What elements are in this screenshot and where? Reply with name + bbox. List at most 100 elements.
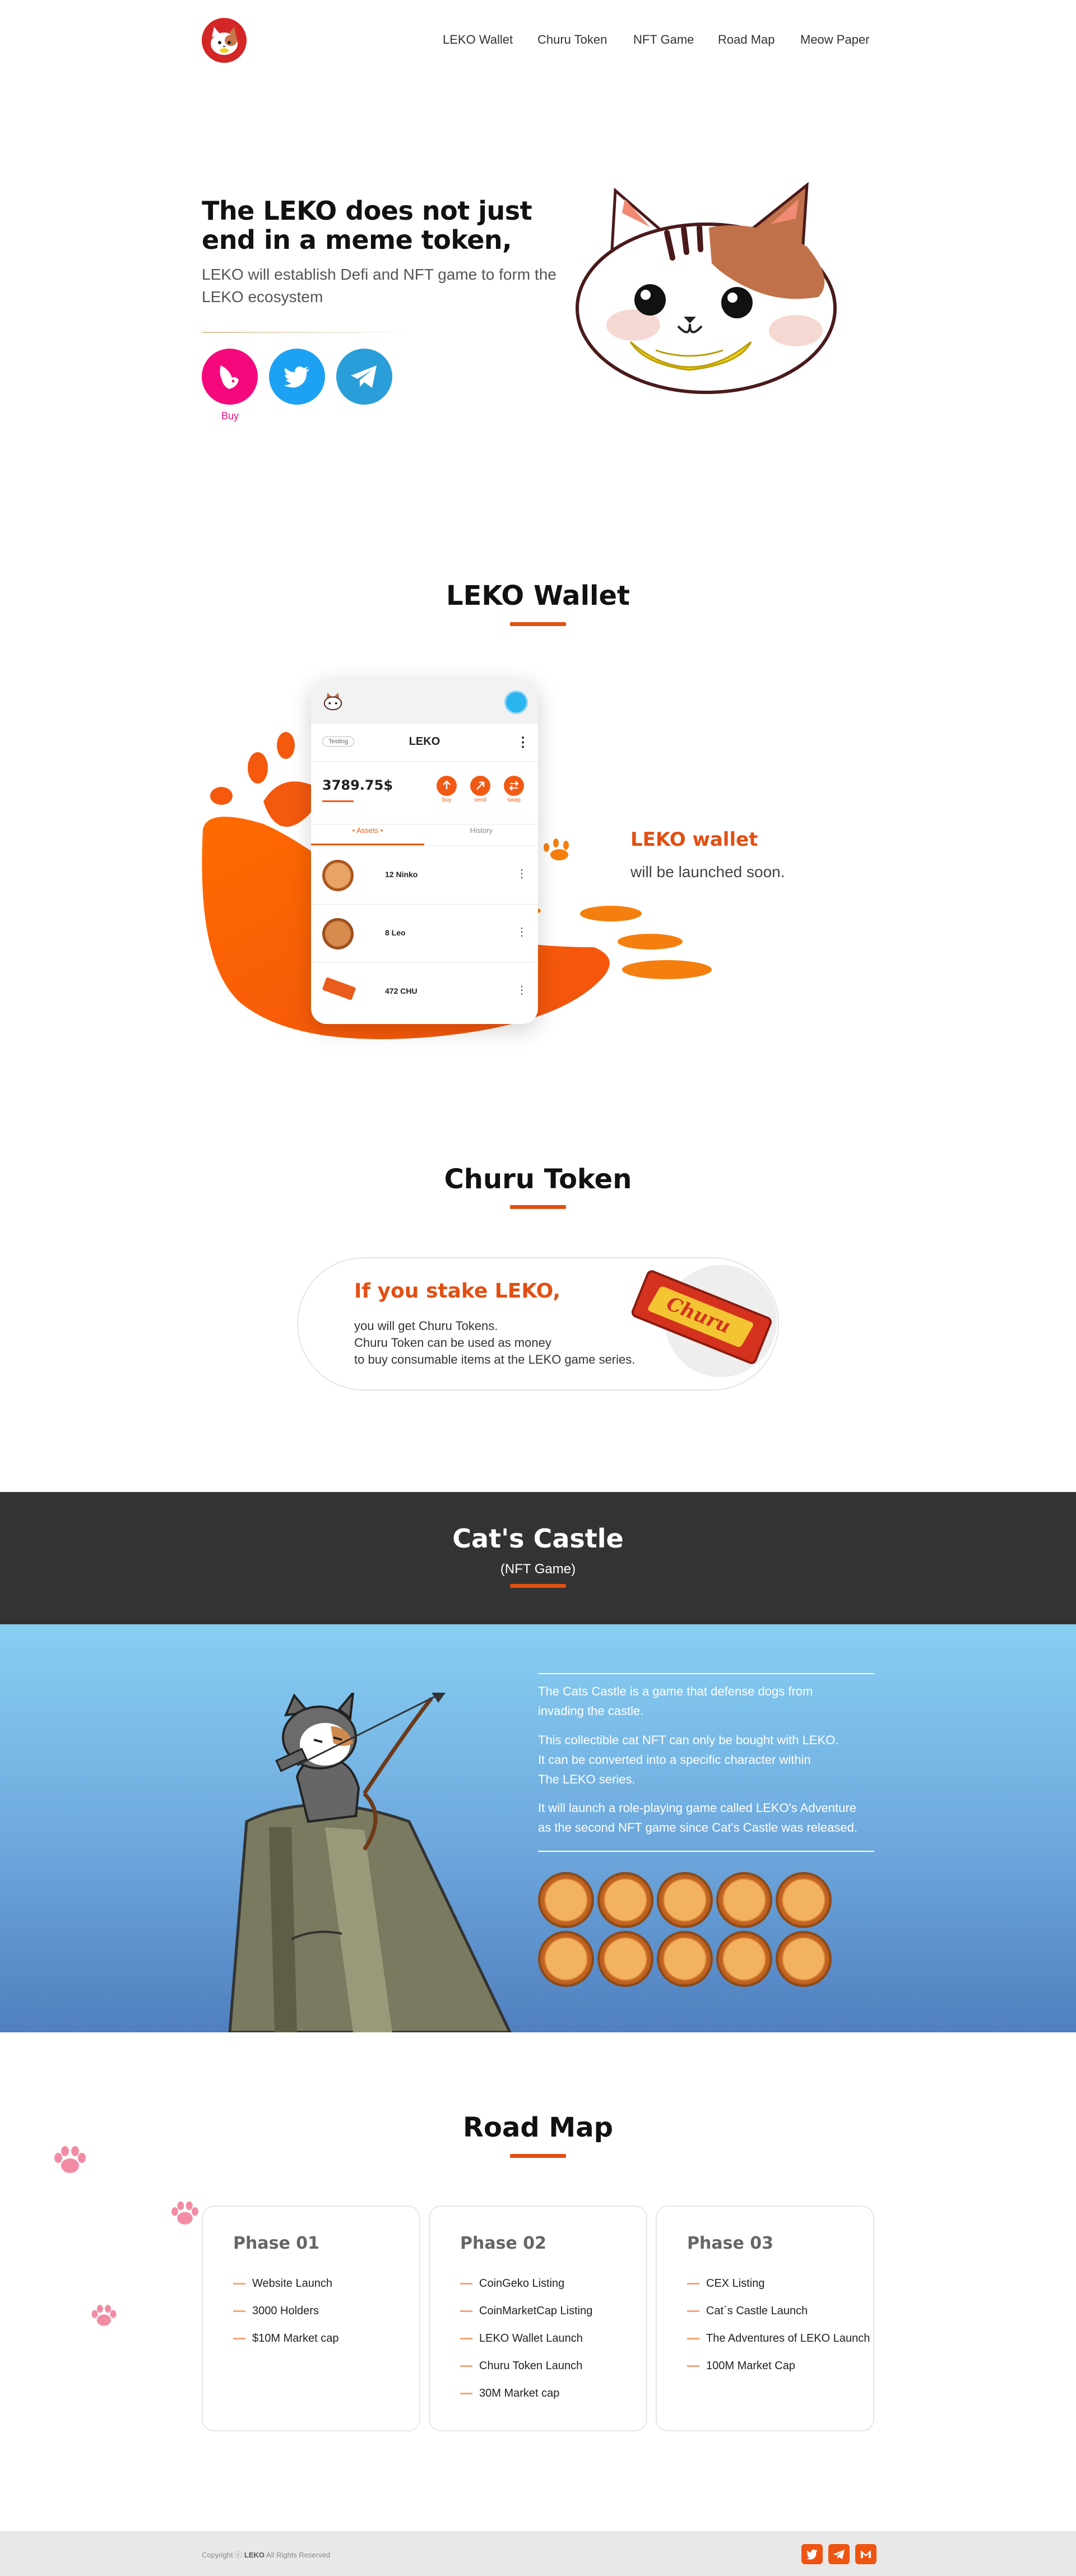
swap-icon xyxy=(509,781,519,791)
token-menu-icon[interactable]: ⋮ xyxy=(516,983,527,997)
footer xyxy=(0,2531,1076,2576)
churu-title-underline xyxy=(510,1205,566,1209)
nft-cat-avatar[interactable] xyxy=(657,1931,713,1987)
wallet-text: will be launched soon. xyxy=(630,863,785,881)
telegram-icon xyxy=(833,2550,845,2559)
phase-title: Phase 01 xyxy=(233,2234,319,2253)
castle-subtitle: (NFT Game) xyxy=(500,1562,576,1577)
phase-card: Phase 03 CEX Listing Cat`s Castle Launch… xyxy=(656,2206,874,2431)
token-row[interactable]: 8 Leo ⋮ xyxy=(311,905,538,963)
twitter-icon xyxy=(806,2549,818,2560)
uniswap-button[interactable] xyxy=(202,349,258,405)
paw-print-icon xyxy=(91,2305,117,2326)
swap-action-button[interactable] xyxy=(504,776,524,796)
nft-cat-avatar[interactable] xyxy=(716,1872,772,1928)
phase-item: CEX Listing xyxy=(687,2277,765,2290)
churu-text: you will get Churu Tokens. Churu Token c… xyxy=(354,1319,636,1366)
nav-leko-wallet[interactable]: LEKO Wallet xyxy=(443,33,513,47)
hero-title: The LEKO does not just end in a meme tok… xyxy=(202,196,532,255)
hero-divider xyxy=(202,332,415,333)
mail-icon xyxy=(861,2550,871,2558)
paw-print-icon xyxy=(54,2146,86,2173)
phase-item: LEKO Wallet Launch xyxy=(460,2332,583,2345)
uniswap-icon xyxy=(220,365,239,389)
token-row[interactable]: 472 CHU ⋮ xyxy=(311,963,538,1021)
footer-twitter-button[interactable] xyxy=(801,2544,823,2564)
phase-item: CoinMarketCap Listing xyxy=(460,2305,592,2318)
phase-item: 100M Market Cap xyxy=(687,2360,795,2373)
chu-token-icon xyxy=(322,977,356,1000)
castle-divider-bottom xyxy=(538,1851,874,1852)
castle-paragraph-3: It will launch a role-playing game calle… xyxy=(538,1801,857,1834)
footer-telegram-button[interactable] xyxy=(828,2544,850,2564)
nav-churu-token[interactable]: Churu Token xyxy=(537,33,607,47)
phase-item: $10M Market cap xyxy=(233,2332,339,2345)
nft-cat-avatar[interactable] xyxy=(776,1931,832,1987)
footer-mail-button[interactable] xyxy=(855,2544,876,2564)
phase-item: 3000 Holders xyxy=(233,2305,319,2318)
phase-item: Website Launch xyxy=(233,2277,332,2290)
telegram-icon xyxy=(351,365,377,388)
archer-cat-illustration xyxy=(228,1693,512,2032)
tab-assets[interactable]: • Assets • xyxy=(311,826,424,835)
castle-divider-top xyxy=(538,1673,874,1674)
copyright-text: Copyright ⓒ LEKO All Rights Reserved xyxy=(202,2551,331,2559)
phase-title: Phase 02 xyxy=(460,2234,546,2253)
churu-card: If you stake LEKO, you will get Churu To… xyxy=(297,1257,779,1391)
phase-item: CoinGeko Listing xyxy=(460,2277,564,2290)
send-action-label: send xyxy=(474,797,486,803)
token-menu-icon[interactable]: ⋮ xyxy=(516,867,527,881)
swap-action-label: swap xyxy=(507,797,521,803)
cat-logo-icon xyxy=(202,18,247,63)
send-arrow-icon xyxy=(476,781,485,790)
phase-title: Phase 03 xyxy=(687,2234,773,2253)
buy-action-button[interactable] xyxy=(437,776,457,796)
more-menu-icon[interactable]: ⋮ xyxy=(516,734,530,750)
telegram-button[interactable] xyxy=(336,349,392,405)
twitter-button[interactable] xyxy=(269,349,325,405)
tab-history[interactable]: History xyxy=(425,826,538,835)
castle-title: Cat's Castle xyxy=(452,1523,624,1554)
nft-cat-avatar[interactable] xyxy=(657,1872,713,1928)
logo[interactable] xyxy=(202,18,247,63)
nft-cat-avatar[interactable] xyxy=(597,1872,653,1928)
phase-item: Churu Token Launch xyxy=(460,2360,582,2373)
leko-cat-illustration xyxy=(576,182,837,394)
nft-cat-avatar[interactable] xyxy=(597,1931,653,1987)
paw-print-icon xyxy=(171,2201,198,2225)
token-menu-icon[interactable]: ⋮ xyxy=(516,925,527,939)
buy-label[interactable]: Buy xyxy=(221,410,239,422)
wallet-title-underline xyxy=(510,622,566,626)
profile-avatar[interactable] xyxy=(504,691,528,714)
wallet-phone-mockup: Testing LEKO ⋮ 3789.75$ buy send swap • … xyxy=(311,679,538,1024)
leo-token-icon xyxy=(322,918,354,949)
phone-title: LEKO xyxy=(409,735,440,748)
churu-section-title: Churu Token xyxy=(444,1164,632,1195)
nft-cat-avatar[interactable] xyxy=(538,1872,594,1928)
phase-card: Phase 01 Website Launch 3000 Holders $10… xyxy=(202,2206,420,2431)
roadmap-section-title: Road Map xyxy=(463,2112,613,2143)
nav-road-map[interactable]: Road Map xyxy=(718,33,775,47)
phase-card: Phase 02 CoinGeko Listing CoinMarketCap … xyxy=(429,2206,647,2431)
send-action-button[interactable] xyxy=(470,776,490,796)
phase-item: 30M Market cap xyxy=(460,2387,559,2400)
buy-action-label: buy xyxy=(442,797,452,803)
castle-title-underline xyxy=(510,1584,566,1588)
token-row[interactable]: 12 Ninko ⋮ xyxy=(311,846,538,905)
churu-heading: If you stake LEKO, xyxy=(354,1280,561,1303)
ninko-token-icon xyxy=(322,860,354,891)
phase-item: Cat`s Castle Launch xyxy=(687,2305,808,2318)
wallet-heading: LEKO wallet xyxy=(630,828,758,851)
wallet-section-title: LEKO Wallet xyxy=(446,580,630,611)
buy-arrow-icon xyxy=(443,780,451,789)
token-label: 8 Leo xyxy=(385,928,406,937)
roadmap-title-underline xyxy=(510,2154,566,2158)
twitter-icon xyxy=(284,366,309,388)
nft-cat-avatar[interactable] xyxy=(716,1931,772,1987)
nav-meow-paper[interactable]: Meow Paper xyxy=(800,33,870,47)
nft-cat-avatar[interactable] xyxy=(538,1931,594,1987)
app-logo-icon xyxy=(323,692,342,711)
nav-nft-game[interactable]: NFT Game xyxy=(633,33,694,47)
phase-item: The Adventures of LEKO Launch xyxy=(687,2332,870,2345)
nft-cat-avatar[interactable] xyxy=(776,1872,832,1928)
